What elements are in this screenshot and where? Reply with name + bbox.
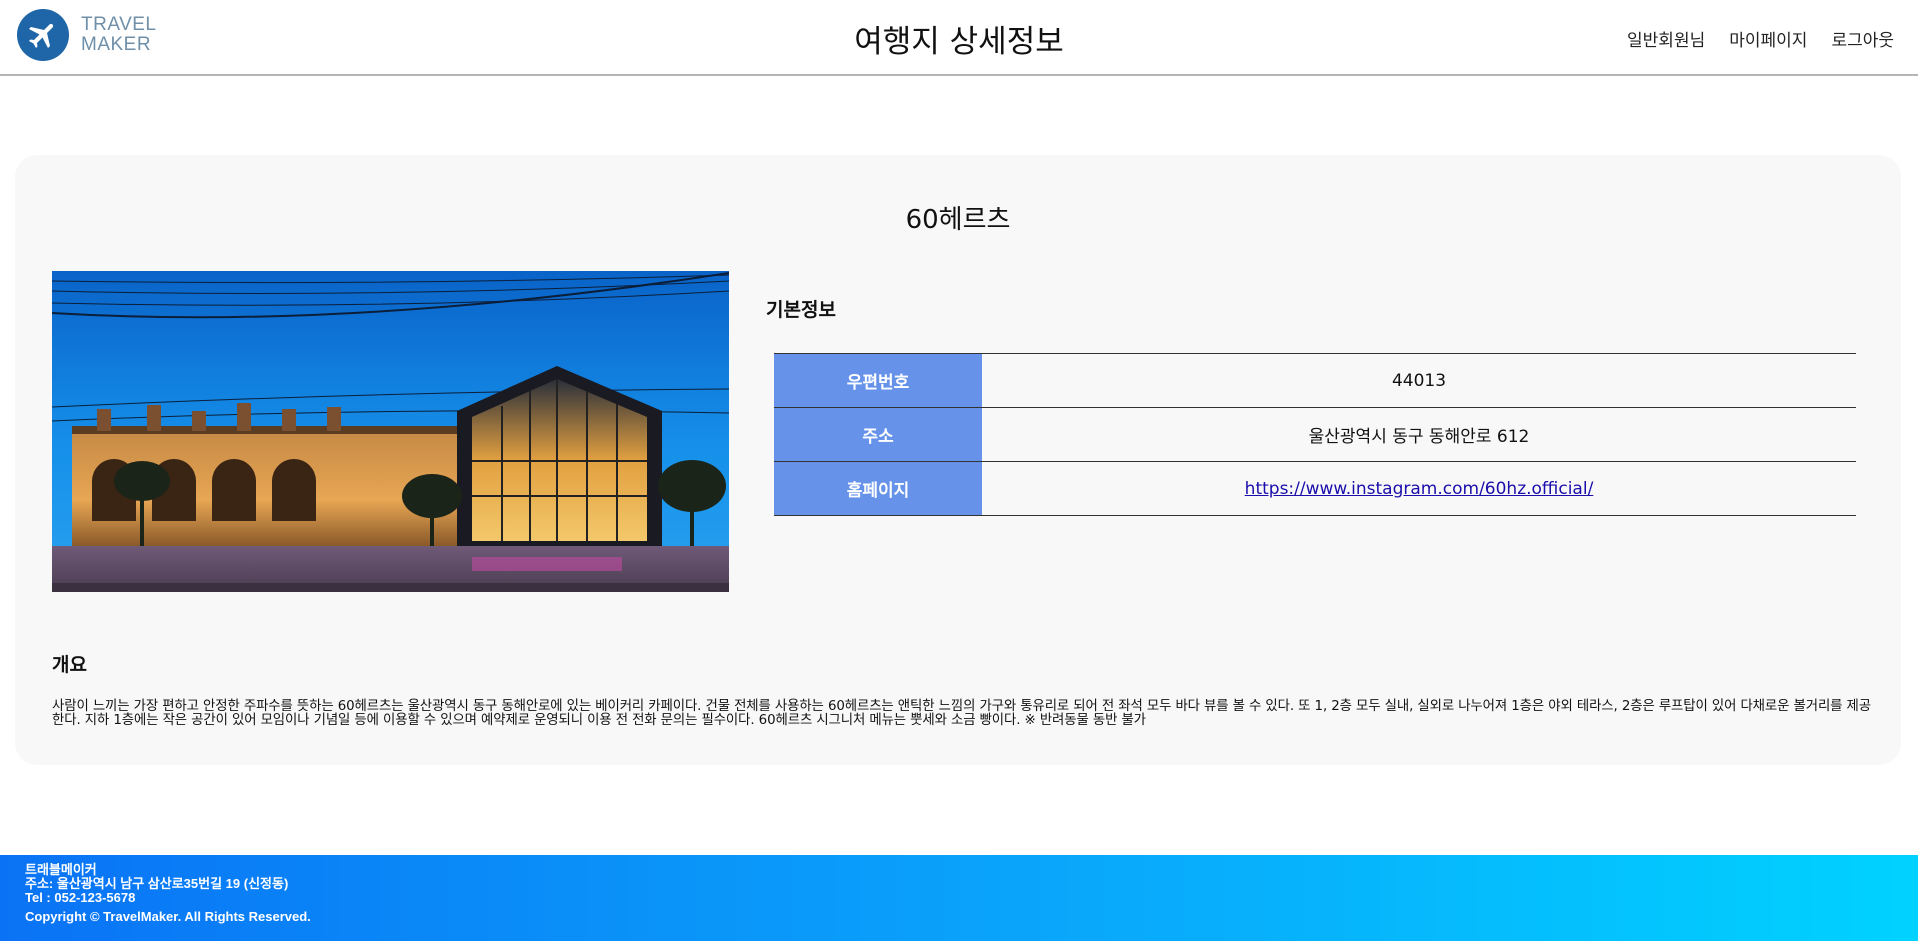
footer: 트래블메이커 주소: 울산광역시 남구 삼산로35번길 19 (신정동) Tel…	[0, 855, 1918, 941]
header-nav: 일반회원님 마이페이지 로그아웃	[1627, 26, 1894, 51]
homepage-link[interactable]: https://www.instagram.com/60hz.official/	[1245, 479, 1594, 499]
nav-mypage[interactable]: 마이페이지	[1729, 26, 1807, 51]
homepage-label: 홈페이지	[774, 461, 982, 516]
overview-title: 개요	[52, 654, 87, 676]
detail-card: 60헤르츠 기본정보 우편번호 44013 주소 울산광역시 동구 동해안로 6…	[15, 155, 1901, 765]
nav-member-name[interactable]: 일반회원님	[1627, 26, 1705, 51]
basic-info-title: 기본정보	[766, 299, 836, 321]
postal-code-label: 우편번호	[774, 353, 982, 408]
homepage-cell: https://www.instagram.com/60hz.official/	[982, 461, 1856, 516]
footer-copyright: Copyright © TravelMaker. All Rights Rese…	[25, 909, 311, 924]
place-photo	[52, 271, 729, 592]
table-row: 우편번호 44013	[774, 353, 1856, 408]
footer-address: 주소: 울산광역시 남구 삼산로35번길 19 (신정동)	[25, 876, 289, 891]
place-name: 60헤르츠	[905, 205, 1011, 235]
nav-logout[interactable]: 로그아웃	[1831, 26, 1894, 51]
basic-info-table: 우편번호 44013 주소 울산광역시 동구 동해안로 612 홈페이지 htt…	[774, 353, 1856, 516]
footer-company: 트래블메이커	[25, 862, 97, 877]
overview-text: 사람이 느끼는 가장 편하고 안정한 주파수를 뜻하는 60헤르츠는 울산광역시…	[52, 699, 1871, 728]
table-row: 주소 울산광역시 동구 동해안로 612	[774, 407, 1856, 462]
postal-code-value: 44013	[982, 353, 1856, 408]
footer-tel: Tel : 052-123-5678	[25, 890, 136, 905]
footer-info: 트래블메이커 주소: 울산광역시 남구 삼산로35번길 19 (신정동) Tel…	[25, 863, 288, 905]
address-value: 울산광역시 동구 동해안로 612	[982, 407, 1856, 462]
header: TRAVEL MAKER 여행지 상세정보 일반회원님 마이페이지 로그아웃	[0, 0, 1918, 76]
address-label: 주소	[774, 407, 982, 462]
table-row: 홈페이지 https://www.instagram.com/60hz.offi…	[774, 461, 1856, 516]
